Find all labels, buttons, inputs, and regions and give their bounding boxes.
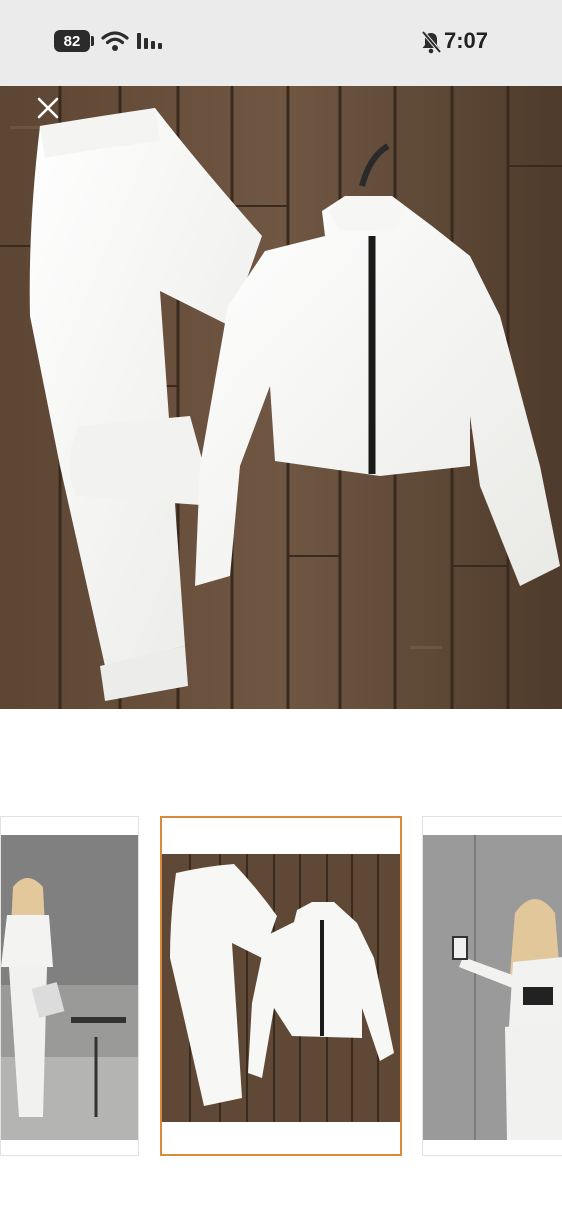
thumbnail-2-selected[interactable] (160, 816, 402, 1156)
status-bar: 82 7:07 (0, 0, 562, 86)
battery-icon: 82 (54, 30, 90, 52)
main-product-image[interactable] (0, 86, 562, 709)
battery-level: 82 (63, 32, 81, 50)
cellular-signal-icon (137, 33, 162, 49)
status-time: 7:07 (444, 28, 489, 53)
bell-muted-icon (421, 30, 442, 54)
thumbnail-3[interactable] (422, 816, 562, 1156)
battery-nub (91, 36, 94, 46)
wifi-icon (101, 31, 129, 51)
close-icon[interactable] (34, 94, 62, 122)
thumbnail-1[interactable] (0, 816, 139, 1156)
